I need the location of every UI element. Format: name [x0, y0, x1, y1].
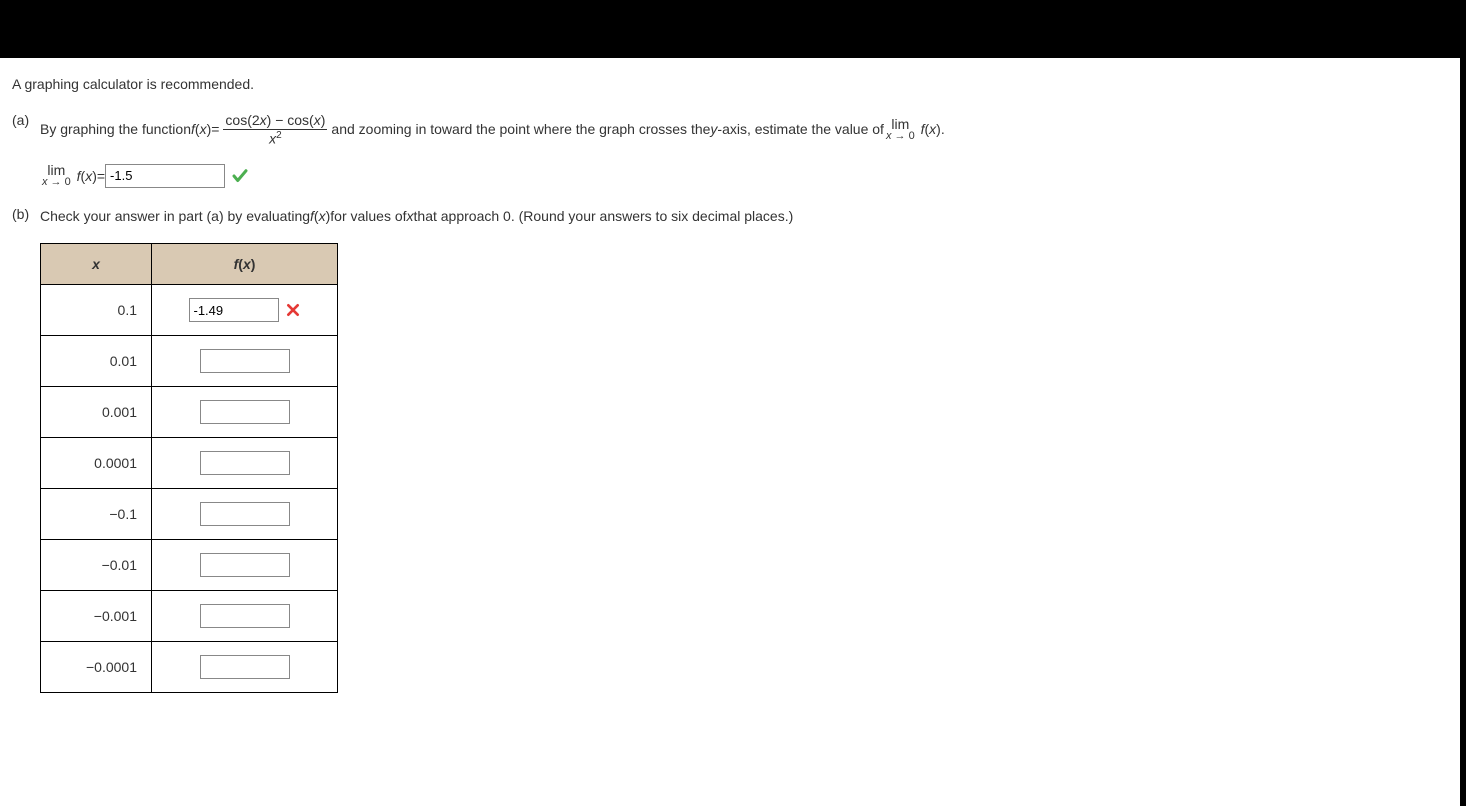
table-header-row: x f(x) — [41, 244, 338, 285]
text: ) — [321, 112, 326, 128]
var-x: x — [319, 208, 326, 224]
table-row: −0.1 — [41, 489, 338, 540]
intro-text: A graphing calculator is recommended. — [12, 76, 1448, 92]
table-body: 0.1 0.01 — [41, 285, 338, 693]
table-header-fx: f(x) — [152, 244, 338, 285]
x-mark-icon — [285, 302, 301, 318]
part-b: (b) Check your answer in part (a) by eva… — [12, 206, 1448, 693]
text: -axis, estimate the value of — [717, 119, 884, 140]
part-a: (a) By graphing the function f(x) = cos(… — [12, 112, 1448, 188]
x-value: −0.001 — [41, 591, 152, 642]
fx-input[interactable] — [200, 553, 290, 577]
limit-fn: f(x) — [73, 168, 97, 184]
var-x: x — [929, 121, 936, 137]
values-table: x f(x) 0.1 — [40, 243, 338, 693]
x-value: 0.0001 — [41, 438, 152, 489]
part-a-answer-row: lim x → 0 f(x) = — [40, 163, 1448, 188]
fx-cell — [152, 387, 338, 438]
text: and zooming in toward the point where th… — [331, 119, 710, 140]
part-b-body: Check your answer in part (a) by evaluat… — [40, 206, 1448, 693]
fraction-numerator: cos(2x) − cos(x) — [223, 112, 327, 130]
table-row: −0.0001 — [41, 642, 338, 693]
equals: = — [211, 119, 219, 140]
text: → 0 — [48, 176, 71, 188]
fx-input[interactable] — [200, 604, 290, 628]
var-x: x — [243, 256, 251, 272]
fx-input[interactable] — [189, 298, 279, 322]
lim-word: lim — [891, 117, 909, 131]
text: → 0 — [891, 130, 914, 142]
x-value: 0.01 — [41, 336, 152, 387]
table-row: −0.001 — [41, 591, 338, 642]
fx-cell — [152, 336, 338, 387]
x-value: 0.001 — [41, 387, 152, 438]
var-x: x — [407, 206, 414, 227]
fx-cell — [152, 591, 338, 642]
table-row: 0.0001 — [41, 438, 338, 489]
exponent: 2 — [276, 130, 282, 141]
function-lhs: f(x) — [191, 119, 211, 140]
fraction: cos(2x) − cos(x) x2 — [223, 112, 327, 147]
equals: = — [97, 168, 105, 184]
part-a-question: By graphing the function f(x) = cos(2x) … — [40, 112, 1448, 147]
fx-cell — [152, 540, 338, 591]
table-row: 0.01 — [41, 336, 338, 387]
x-value: 0.1 — [41, 285, 152, 336]
var-f: f — [191, 121, 195, 137]
fraction-denominator: x2 — [267, 130, 284, 147]
part-b-question: Check your answer in part (a) by evaluat… — [40, 206, 1448, 227]
var-x: x — [260, 112, 267, 128]
text: cos(2 — [225, 112, 259, 128]
limit-notation: lim x → 0 — [42, 163, 71, 188]
var-f: f — [77, 168, 81, 184]
var-x: x — [314, 112, 321, 128]
var-x: x — [200, 121, 207, 137]
fn: f(x) — [310, 206, 330, 227]
part-a-label: (a) — [12, 112, 40, 128]
question-panel: A graphing calculator is recommended. (a… — [0, 58, 1460, 806]
x-value: −0.01 — [41, 540, 152, 591]
fx-cell — [152, 642, 338, 693]
fx-input[interactable] — [200, 502, 290, 526]
var-x: x — [85, 168, 92, 184]
x-value: −0.1 — [41, 489, 152, 540]
lim-subscript: x → 0 — [42, 177, 71, 188]
x-value: −0.0001 — [41, 642, 152, 693]
var-f: f — [921, 121, 925, 137]
limit-fn: f(x) — [917, 119, 941, 140]
limit-notation: lim x → 0 — [886, 117, 915, 142]
part-a-body: By graphing the function f(x) = cos(2x) … — [40, 112, 1448, 188]
checkmark-icon — [231, 167, 249, 185]
text: By graphing the function — [40, 119, 191, 140]
table-row: −0.01 — [41, 540, 338, 591]
fx-cell — [152, 438, 338, 489]
lim-subscript: x → 0 — [886, 131, 915, 142]
text: for values of — [330, 206, 406, 227]
lim-word: lim — [47, 163, 65, 177]
text: ) − cos( — [267, 112, 314, 128]
fx-input[interactable] — [200, 400, 290, 424]
fx-cell — [152, 489, 338, 540]
text: Check your answer in part (a) by evaluat… — [40, 206, 310, 227]
var-f: f — [310, 208, 314, 224]
fx-cell — [152, 285, 338, 336]
table-row: 0.1 — [41, 285, 338, 336]
fx-input[interactable] — [200, 349, 290, 373]
text: that approach 0. (Round your answers to … — [414, 206, 794, 227]
table-header-x: x — [41, 244, 152, 285]
var-y: y — [710, 119, 717, 140]
part-b-label: (b) — [12, 206, 40, 222]
part-a-answer-input[interactable] — [105, 164, 225, 188]
fx-input[interactable] — [200, 655, 290, 679]
fx-input[interactable] — [200, 451, 290, 475]
table-row: 0.001 — [41, 387, 338, 438]
period: . — [941, 119, 945, 140]
